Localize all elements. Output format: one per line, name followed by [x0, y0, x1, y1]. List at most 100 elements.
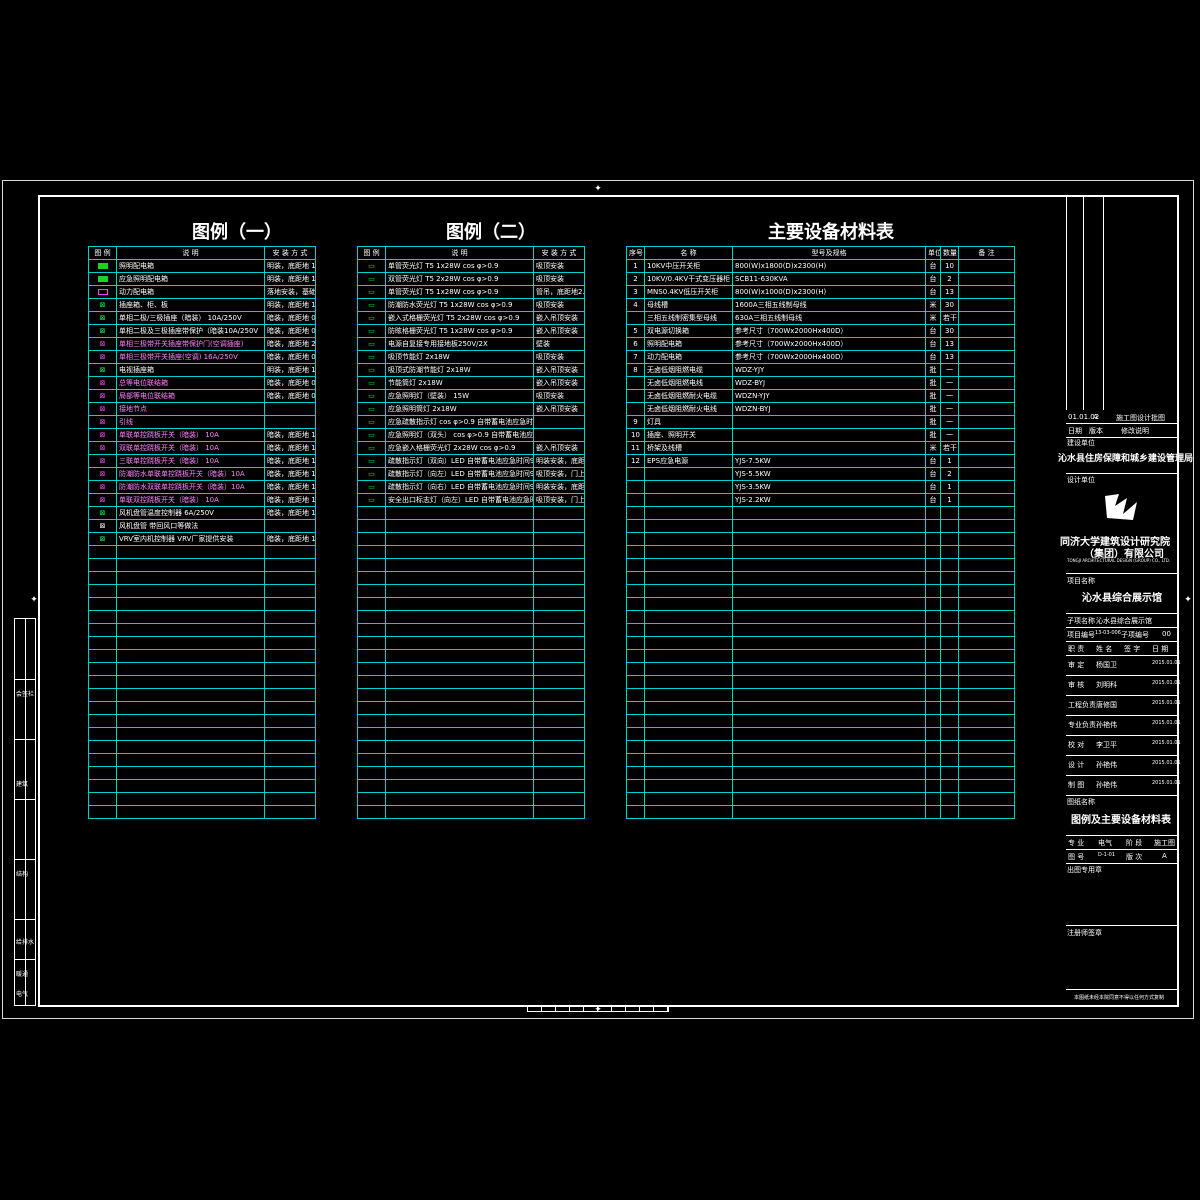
legend2-row: ▭ 防潮防水荧光灯 T5 1x28W cos φ>0.9 吸顶安装	[357, 298, 586, 312]
legend1-desc-cell	[116, 740, 265, 754]
legend1-row: ⊠ VRV室内机控制器 VRV厂家提供安装暗装，底距地 1.4m	[88, 532, 316, 546]
legend1-mount-cell	[264, 415, 316, 429]
legend-symbol-icon: ⊠	[99, 340, 106, 348]
legend1-desc-cell	[116, 727, 265, 741]
legend2-symbol-cell	[357, 740, 386, 754]
materials-row: 无卤低烟阻燃耐火电线 WDZN-BYJ 批一	[626, 402, 1015, 416]
materials-name-cell: 无卤低烟阻燃电线	[644, 376, 733, 390]
legend1-mount-cell: 暗装，底距地 0.3m	[264, 376, 316, 390]
legend2-desc-cell	[384, 792, 535, 806]
legend2-row: ▭ 疏散指示灯（双向）LED 自带蓄电池应急时间90分钟明装安装，底距地2.5m	[357, 454, 586, 468]
legend1-row: ⊠ 单相三极带开关插座(空调) 16A/250V暗装，底距地 0.3m	[88, 350, 316, 364]
fixture-symbol-icon: ▭	[368, 301, 375, 309]
role-person: 刘明科	[1096, 681, 1117, 689]
materials-no-cell: 2	[626, 272, 645, 286]
materials-no-cell	[626, 727, 645, 741]
legend1-symbol-cell: ⊠	[88, 363, 117, 377]
legend2-symbol-cell: ▭	[357, 337, 386, 351]
legend1-row: 动力配电箱落地安装，基础高度10	[88, 285, 316, 299]
legend1-mount-cell	[264, 779, 316, 793]
legend1-symbol-cell	[88, 571, 117, 585]
legend1-symbol-cell	[88, 662, 117, 676]
legend2-symbol-cell: ▭	[357, 428, 386, 442]
legend-symbol-icon: ⊠	[99, 314, 106, 322]
fixture-symbol-icon: ▭	[368, 483, 375, 491]
materials-unit-cell: 台	[925, 493, 941, 507]
materials-row	[626, 506, 1015, 520]
legend2-mount-cell	[533, 584, 586, 598]
materials-header-cell: 型号及规格	[732, 246, 926, 260]
legend1-symbol-cell	[88, 792, 117, 806]
materials-no-cell	[626, 740, 645, 754]
materials-spec-cell	[732, 753, 926, 767]
materials-no-cell: 9	[626, 415, 645, 429]
legend1-desc-cell	[116, 675, 265, 689]
legend2-row	[357, 506, 586, 520]
spec-label: 专 业	[1068, 839, 1085, 847]
role-person: 孙艳伟	[1096, 721, 1117, 729]
legend2-symbol-cell: ▭	[357, 324, 386, 338]
legend1-row	[88, 558, 316, 572]
materials-row	[626, 610, 1015, 624]
legend2-row: ▭ 节能筒灯 2x18W 嵌入吊顶安装	[357, 376, 586, 390]
materials-no-cell	[626, 467, 645, 481]
materials-name-cell: 10KV中压开关柜	[644, 259, 733, 273]
legend2-mount-cell: 吸顶安装，门上0.2m	[533, 467, 586, 481]
materials-qty-cell	[940, 506, 959, 520]
materials-no-cell	[626, 545, 645, 559]
strip-rule	[15, 959, 35, 960]
materials-name-cell	[644, 623, 733, 637]
materials-note-cell	[958, 766, 1015, 780]
legend2-mount-cell: 嵌入吊顶安装	[533, 363, 586, 377]
materials-row: 2 10KV/0.4KV干式变压器柜 SCB11-630KVA 台 2	[626, 272, 1015, 286]
materials-no-cell	[626, 649, 645, 663]
legend2-symbol-cell	[357, 779, 386, 793]
legend1-symbol-cell: ⊠	[88, 350, 117, 364]
materials-no-cell	[626, 519, 645, 533]
materials-spec-cell	[732, 727, 926, 741]
legend2-symbol-cell: ▭	[357, 493, 386, 507]
materials-spec-cell	[732, 415, 926, 429]
materials-qty-cell	[940, 766, 959, 780]
materials-name-cell	[644, 688, 733, 702]
legend-symbol-icon: ⊠	[99, 496, 106, 504]
materials-name-cell	[644, 662, 733, 676]
materials-name-cell: 无卤低烟阻燃耐火电缆	[644, 389, 733, 403]
materials-no-cell: 5	[626, 324, 645, 338]
materials-note-cell	[958, 779, 1015, 793]
role-date: 2015.01.01	[1152, 780, 1181, 786]
role-title: 审 定	[1068, 661, 1085, 669]
legend1-mount-cell	[264, 597, 316, 611]
legend1-mount-cell	[264, 402, 316, 416]
legend1-desc-cell	[116, 610, 265, 624]
legend1-desc-cell	[116, 792, 265, 806]
legend1-mount-cell: 暗装，底距地 0.3m	[264, 311, 316, 325]
legend2-desc-cell	[384, 571, 535, 585]
role-title: 工程负责	[1068, 701, 1096, 709]
materials-no-cell: 7	[626, 350, 645, 364]
legend2-row	[357, 584, 586, 598]
strip-rule	[15, 859, 35, 860]
materials-spec-cell	[732, 688, 926, 702]
materials-spec-cell: YJS-5.5KW	[732, 467, 926, 481]
legend1-desc-cell: 防潮防水单联单控跷板开关（暗装）10A	[116, 467, 265, 481]
legend1-header-row: 图 例说 明安 装 方 式	[88, 246, 316, 260]
legend2-row	[357, 545, 586, 559]
subproject-label: 子项名称	[1067, 617, 1095, 625]
legend2-symbol-cell: ▭	[357, 454, 386, 468]
legend1-desc-cell: 接地节点	[116, 402, 265, 416]
materials-no-cell	[626, 610, 645, 624]
materials-spec-cell: 参考尺寸（700Wx2000Hx400D）	[732, 324, 926, 338]
materials-note-cell	[958, 376, 1015, 390]
legend1-header-cell: 安 装 方 式	[264, 246, 316, 260]
legend2-desc-cell: 疏散指示灯（向左）LED 自带蓄电池应急时间90分钟	[384, 467, 535, 481]
legend2-row: ▭ 防眩格栅荧光灯 T5 1x28W cos φ>0.9 嵌入吊顶安装	[357, 324, 586, 338]
materials-unit-cell: 批	[925, 389, 941, 403]
materials-row	[626, 779, 1015, 793]
legend1-symbol-cell: ⊠	[88, 415, 117, 429]
fixture-symbol-icon: ▭	[368, 418, 375, 426]
legend1-desc-cell: 单相二极/三极插座（暗装） 10A/250V	[116, 311, 265, 325]
materials-unit-cell	[925, 727, 941, 741]
legend1-mount-cell: 暗装，底距地 2.2m	[264, 337, 316, 351]
materials-unit-cell: 台	[925, 285, 941, 299]
